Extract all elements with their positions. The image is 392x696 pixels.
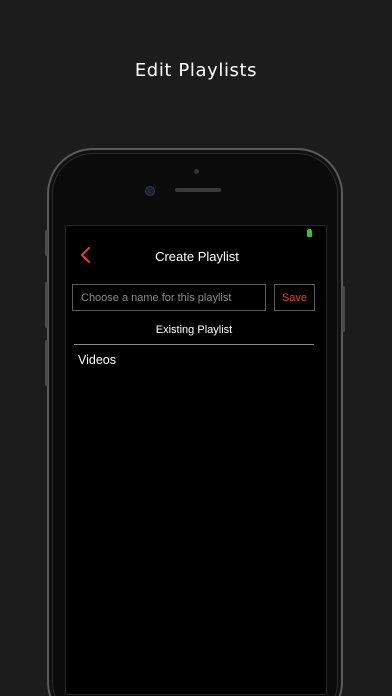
front-camera-icon (145, 186, 155, 196)
app-screen: Create Playlist Save Existing Playlist V… (65, 225, 327, 695)
marketing-stage: Edit Playlists Create Playlist Choose a … (0, 0, 392, 696)
proximity-sensor (194, 169, 199, 174)
marketing-caption: Edit Playlists (134, 60, 258, 81)
create-playlist-row: Save (66, 284, 326, 318)
playlist-name-input[interactable] (72, 284, 266, 311)
silent-switch (45, 230, 48, 256)
playlist-list: Videos (66, 345, 326, 373)
page-title: Create Playlist (155, 249, 239, 264)
playlist-item-videos[interactable]: Videos (66, 345, 326, 373)
nav-bar: Create Playlist (66, 238, 326, 276)
battery-icon (307, 229, 312, 237)
existing-playlist-header: Existing Playlist (74, 322, 314, 345)
volume-up-button (45, 282, 48, 328)
power-button (342, 286, 345, 332)
status-bar (66, 226, 326, 238)
earpiece-speaker (175, 188, 221, 192)
volume-down-button (45, 340, 48, 386)
save-button[interactable]: Save (274, 284, 315, 311)
phone-frame: Create Playlist Save Existing Playlist V… (45, 148, 345, 696)
